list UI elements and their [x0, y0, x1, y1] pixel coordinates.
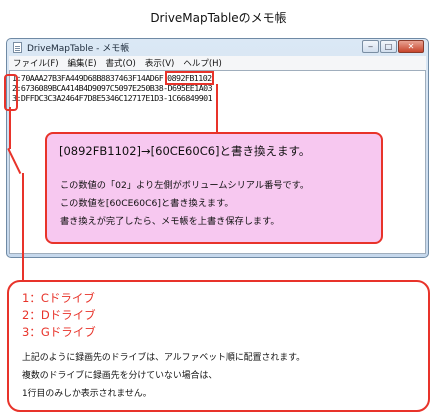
line-text: 70AAA27B3FA449D68B8837463F14AD6F	[20, 73, 164, 83]
line-text: DFFDC3C3A2464F7D8E5346C12717E1D3-1C66849…	[20, 93, 213, 103]
menu-view[interactable]: 表示(V)	[145, 57, 174, 69]
connector-line	[216, 84, 218, 132]
drive-item: 2：Dドライブ	[22, 308, 96, 322]
page-title: DriveMapTableのメモ帳	[150, 11, 287, 25]
maximize-button[interactable]: □	[380, 40, 397, 53]
connector-line	[22, 173, 24, 281]
editor-line-2: 2:6736089BCA414B4D9097C5097E250B38-D695E…	[12, 83, 213, 93]
window-title: DriveMapTable - メモ帳	[27, 44, 130, 54]
window-controls: ‒ □ ✕	[362, 40, 424, 53]
note-line: 上記のように録画先のドライブは、アルファベット順に配置されます。	[22, 353, 306, 363]
callout-body: この数値の「02」より左側がボリュームシリアル番号です。 この数値を[60CE6…	[60, 177, 309, 231]
title-bar[interactable]: DriveMapTable - メモ帳 ‒ □ ✕	[7, 39, 428, 56]
highlighted-serial: 0892FB1102	[165, 71, 214, 85]
note-line: 複数のドライブに録画先を分けていない場合は、	[22, 371, 218, 381]
callout-line: この数値の「02」より左側がボリュームシリアル番号です。	[60, 180, 310, 191]
note-line: 1行目のみしか表示されません。	[22, 389, 152, 399]
callout-heading: [0892FB1102]→[60CE60C6]と書き換えます。	[59, 144, 311, 158]
serial-callout: [0892FB1102]→[60CE60C6]と書き換えます。 この数値の「02…	[45, 132, 383, 244]
menu-format[interactable]: 書式(O)	[106, 57, 136, 69]
close-button[interactable]: ✕	[398, 40, 424, 53]
line-text: 6736089BCA414B4D9097C5097E250B38-D695EE1…	[20, 83, 213, 93]
editor-line-3: 3:DFFDC3C3A2464F7D8E5346C12717E1D3-1C668…	[12, 93, 213, 103]
menu-bar: ファイル(F) 編集(E) 書式(O) 表示(V) ヘルプ(H)	[9, 56, 426, 70]
menu-file[interactable]: ファイル(F)	[13, 57, 59, 69]
line-number-highlight	[4, 74, 18, 111]
callout-line: この数値を[60CE60C6]と書き換えます。	[60, 198, 234, 209]
minimize-button[interactable]: ‒	[362, 40, 379, 53]
drive-callout: 1：Cドライブ 2：Dドライブ 3：Gドライブ 上記のように録画先のドライブは、…	[7, 280, 430, 412]
callout-line: 書き換えが完了したら、メモ帳を上書き保存します。	[60, 216, 280, 227]
menu-edit[interactable]: 編集(E)	[68, 57, 97, 69]
drive-note: 上記のように録画先のドライブは、アルファベット順に配置されます。 複数のドライブ…	[22, 349, 305, 403]
drive-list: 1：Cドライブ 2：Dドライブ 3：Gドライブ	[22, 290, 96, 341]
connector-line	[9, 107, 11, 149]
editor-line-1: 1:70AAA27B3FA449D68B8837463F14AD6F 0892FB…	[12, 71, 214, 85]
drive-item: 3：Gドライブ	[22, 325, 96, 339]
drive-item: 1：Cドライブ	[22, 291, 95, 305]
menu-help[interactable]: ヘルプ(H)	[183, 57, 222, 69]
notepad-icon	[13, 42, 22, 53]
